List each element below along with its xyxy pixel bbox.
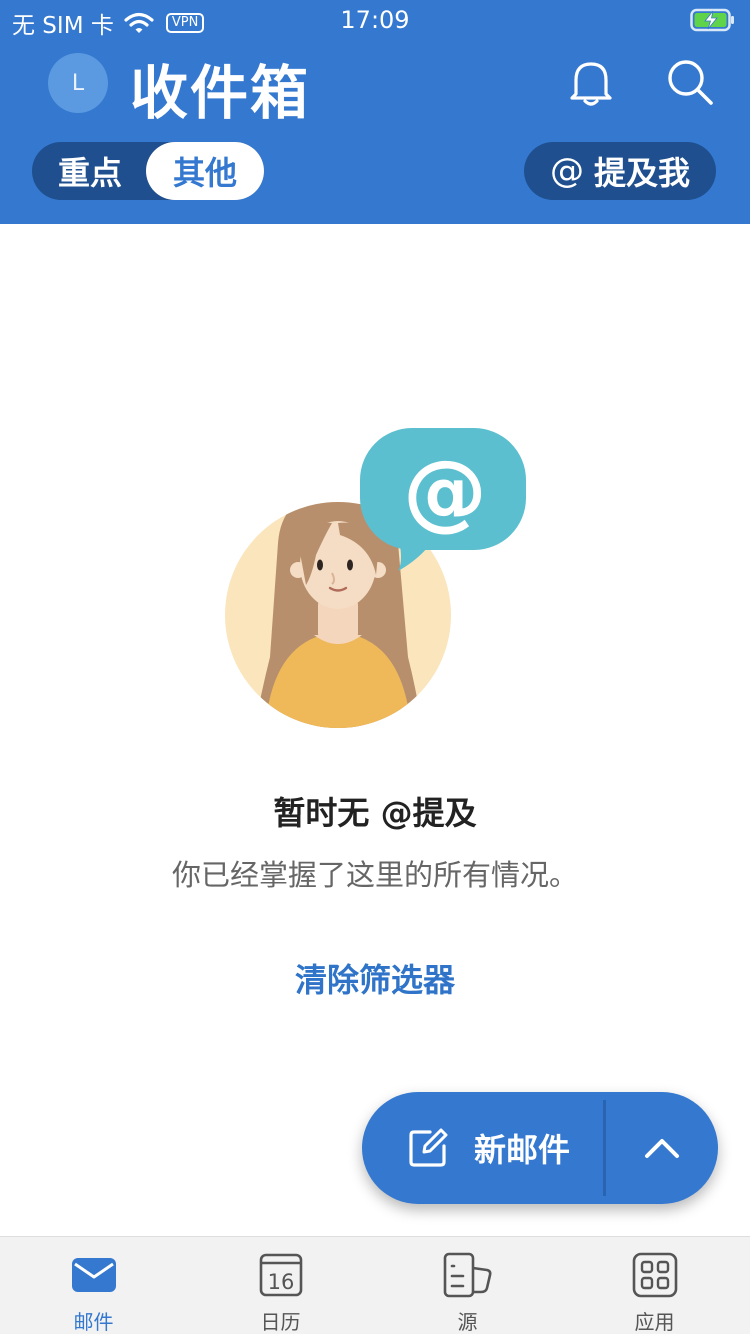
tab-apps[interactable]: 应用 [561,1237,748,1334]
bell-icon [570,62,612,106]
feed-icon [443,1252,491,1297]
empty-state-subtitle: 你已经掌握了这里的所有情况。 [171,858,578,892]
tab-feed[interactable]: 源 [374,1237,561,1334]
apps-icon [632,1252,677,1297]
empty-mentions-illustration: @ [220,425,530,735]
bottom-tab-bar: 邮件 16 日历 源 应用 [0,1236,750,1334]
tab-apps-label: 应用 [634,1310,675,1334]
mentions-filter-button[interactable]: @ 提及我 [524,142,716,200]
chevron-up-icon [645,1139,679,1158]
new-mail-button[interactable]: 新邮件 [362,1092,604,1204]
tab-calendar[interactable]: 16 日历 [187,1237,374,1334]
svg-text:@: @ [403,442,487,540]
search-icon [668,60,713,105]
calendar-day-number: 16 [267,1270,294,1294]
segment-other[interactable]: 其他 [146,142,264,200]
expand-compose-button[interactable] [606,1092,718,1204]
battery-icon [690,8,736,38]
header: 无 SIM 卡 VPN 17:09 L 收件箱 重点 其他 @ 提及我 [0,0,750,224]
tab-calendar-label: 日历 [260,1310,301,1334]
search-button[interactable] [664,56,716,108]
compose-fab: 新邮件 [362,1092,718,1204]
status-bar: 无 SIM 卡 VPN 17:09 [0,0,750,40]
inbox-segmented-control: 重点 其他 [32,142,264,200]
mentions-filter-label: 提及我 [593,154,690,192]
tab-mail-label: 邮件 [73,1310,114,1334]
calendar-icon: 16 [259,1253,302,1296]
tab-feed-label: 源 [457,1310,478,1334]
avatar[interactable]: L [48,53,108,113]
segment-focused[interactable]: 重点 [32,142,148,200]
empty-state-title: 暂时无 @提及 [273,794,477,832]
tab-mail[interactable]: 邮件 [0,1237,187,1334]
new-mail-label: 新邮件 [474,1131,571,1169]
mail-icon [71,1257,116,1292]
avatar-initial: L [71,70,85,96]
compose-icon [409,1128,448,1167]
clear-filter-link[interactable]: 清除筛选器 [0,955,750,1001]
status-time: 17:09 [340,6,410,34]
page-title: 收件箱 [130,59,311,127]
at-icon: @ [549,151,584,191]
notifications-button[interactable] [566,56,616,108]
